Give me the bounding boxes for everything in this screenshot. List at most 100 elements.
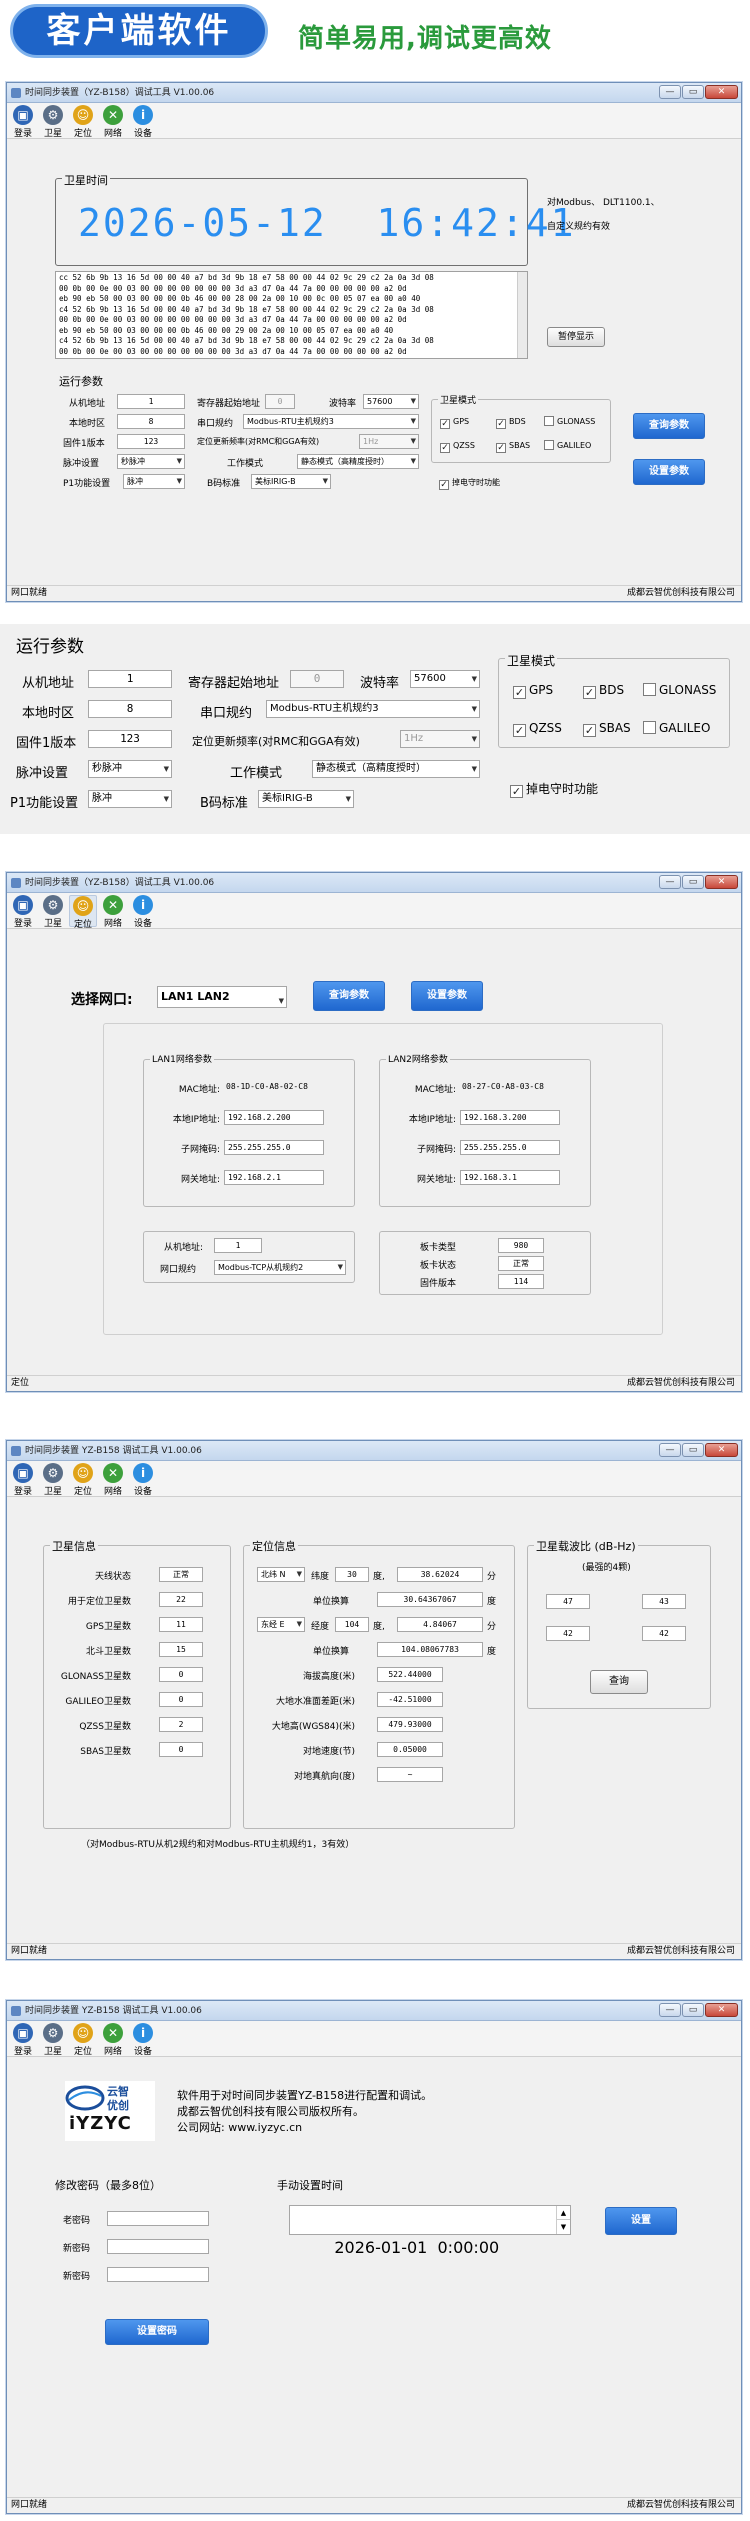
toolbar-locate[interactable]: ☺ 定位 [69, 895, 97, 930]
toolbar-satellite[interactable]: ⚙ 卫星 [39, 1463, 67, 1497]
qzss-checkbox[interactable]: ✓ QZSS [440, 440, 475, 453]
port-select[interactable]: LAN1 LAN2 ▼ [157, 986, 287, 1008]
toolbar-network[interactable]: ✕ 网络 [99, 895, 127, 929]
power-keep-checkbox[interactable]: ✓ 掉电守时功能 [439, 477, 500, 490]
toolbar-login[interactable]: ▣ 登录 [9, 2023, 37, 2057]
reg-start-input[interactable]: 0 [265, 394, 295, 409]
p1-select[interactable]: 脉冲 ▼ [88, 790, 172, 808]
reg-start-input[interactable]: 0 [290, 670, 344, 688]
protocol-select[interactable]: Modbus-RTU主机规约3 ▼ [266, 700, 480, 718]
galileo-checkbox[interactable]: GALILEO [643, 721, 710, 735]
checkbox-label: GALILEO [557, 441, 592, 450]
galileo-checkbox[interactable]: GALILEO [544, 440, 591, 451]
set-params-button[interactable]: 设置参数 [411, 981, 483, 1011]
firmware-input[interactable]: 123 [117, 434, 185, 449]
lan1-ip-input[interactable]: 192.168.2.200 [224, 1110, 324, 1125]
toolbar-device[interactable]: i 设备 [129, 1463, 157, 1497]
glonass-checkbox[interactable]: GLONASS [643, 683, 716, 697]
bds-checkbox[interactable]: ✓ BDS [583, 683, 624, 699]
toolbar-network[interactable]: ✕ 网络 [99, 2023, 127, 2057]
net-protocol-select[interactable]: Modbus-TCP从机规约2 ▼ [214, 1260, 346, 1275]
lan2-ip-input[interactable]: 192.168.3.200 [460, 1110, 560, 1125]
pause-display-button[interactable]: 暂停显示 [547, 327, 605, 347]
timezone-input[interactable]: 8 [117, 414, 185, 429]
slave-addr-input[interactable]: 1 [117, 394, 185, 409]
set-time-button[interactable]: 设置 [605, 2207, 677, 2235]
deg-unit: 度 [487, 1647, 497, 1657]
slave-addr-input[interactable]: 1 [88, 670, 172, 688]
old-password-input[interactable] [107, 2211, 209, 2226]
toolbar-login[interactable]: ▣ 登录 [9, 105, 37, 139]
maximize-button[interactable]: ▭ [682, 2003, 704, 2017]
mode-select[interactable]: 静态模式（高精度授时） ▼ [297, 454, 419, 469]
sbas-checkbox[interactable]: ✓ SBAS [496, 440, 530, 453]
chevron-down-icon[interactable]: ▼ [556, 2220, 570, 2234]
toolbar-device[interactable]: i 设备 [129, 105, 157, 139]
gps-checkbox[interactable]: ✓ GPS [440, 416, 469, 429]
power-keep-checkbox[interactable]: ✓ 掉电守时功能 [510, 782, 598, 798]
confirm-password-input[interactable] [107, 2267, 209, 2282]
sbas-checkbox[interactable]: ✓ SBAS [583, 721, 631, 737]
lan1-mask-input[interactable]: 255.255.255.0 [224, 1140, 324, 1155]
query-params-button[interactable]: 查询参数 [313, 981, 385, 1011]
maximize-button[interactable]: ▭ [682, 875, 704, 889]
baud-select[interactable]: 57600 ▼ [410, 670, 480, 688]
run-params-title: 运行参数 [59, 375, 103, 388]
sat-row-label: 天线状态 [94, 1572, 131, 1582]
toolbar-login[interactable]: ▣ 登录 [9, 1463, 37, 1497]
baud-select[interactable]: 57600 ▼ [363, 394, 419, 409]
toolbar-satellite[interactable]: ⚙ 卫星 [39, 2023, 67, 2057]
minimize-button[interactable]: — [659, 875, 681, 889]
toolbar-login[interactable]: ▣ 登录 [9, 895, 37, 929]
query-button[interactable]: 查询 [590, 1670, 648, 1694]
new-password-input[interactable] [107, 2239, 209, 2254]
toolbar-satellite[interactable]: ⚙ 卫星 [39, 895, 67, 929]
firmware-input[interactable]: 123 [88, 730, 172, 748]
lat-dir-select[interactable]: 北纬 N ▼ [257, 1567, 305, 1582]
bds-checkbox[interactable]: ✓ BDS [496, 416, 526, 429]
toolbar-network[interactable]: ✕ 网络 [99, 105, 127, 139]
lan2-mask-input[interactable]: 255.255.255.0 [460, 1140, 560, 1155]
hex-log-scrollbar[interactable] [517, 272, 527, 358]
freq-select[interactable]: 1Hz ▼ [400, 730, 480, 748]
close-button[interactable]: ✕ [705, 2003, 738, 2017]
toolbar-device[interactable]: i 设备 [129, 895, 157, 929]
protocol-select[interactable]: Modbus-RTU主机规约3 ▼ [243, 414, 419, 429]
p1-select[interactable]: 脉冲 ▼ [123, 474, 185, 489]
query-params-button[interactable]: 查询参数 [633, 413, 705, 439]
freq-select[interactable]: 1Hz ▼ [359, 434, 419, 449]
bcode-select[interactable]: 美标IRIG-B ▼ [251, 474, 331, 489]
set-params-button[interactable]: 设置参数 [633, 459, 705, 485]
pulse-select[interactable]: 秒脉冲 ▼ [88, 760, 172, 778]
bcode-select[interactable]: 美标IRIG-B ▼ [258, 790, 354, 808]
pulse-select[interactable]: 秒脉冲 ▼ [117, 454, 185, 469]
toolbar-network[interactable]: ✕ 网络 [99, 1463, 127, 1497]
toolbar-locate[interactable]: ☺ 定位 [69, 1463, 97, 1497]
timezone-input[interactable]: 8 [88, 700, 172, 718]
maximize-button[interactable]: ▭ [682, 85, 704, 99]
toolbar-locate[interactable]: ☺ 定位 [69, 2023, 97, 2057]
lan1-gateway-input[interactable]: 192.168.2.1 [224, 1170, 324, 1185]
close-button[interactable]: ✕ [705, 85, 738, 99]
minimize-button[interactable]: — [659, 2003, 681, 2017]
slave-addr-input[interactable]: 1 [214, 1238, 262, 1253]
toolbar-device[interactable]: i 设备 [129, 2023, 157, 2057]
set-password-button[interactable]: 设置密码 [105, 2319, 209, 2345]
minimize-button[interactable]: — [659, 1443, 681, 1457]
datetime-picker[interactable]: 2026-01-01 0:00:00 ▲ ▼ [289, 2205, 571, 2257]
glonass-checkbox[interactable]: GLONASS [544, 416, 595, 427]
maximize-button[interactable]: ▭ [682, 1443, 704, 1457]
hex-log[interactable]: cc 52 6b 9b 13 16 5d 00 00 40 a7 bd 3d 9… [55, 271, 528, 359]
gps-checkbox[interactable]: ✓ GPS [513, 683, 553, 699]
chevron-up-icon[interactable]: ▲ [556, 2206, 570, 2220]
toolbar-locate[interactable]: ☺ 定位 [69, 105, 97, 139]
minimize-button[interactable]: — [659, 85, 681, 99]
close-button[interactable]: ✕ [705, 1443, 738, 1457]
lon-dir-select[interactable]: 东经 E ▼ [257, 1617, 305, 1632]
lan2-gateway-input[interactable]: 192.168.3.1 [460, 1170, 560, 1185]
hero-subtitle: 简单易用,调试更高效 [298, 24, 552, 54]
toolbar-satellite[interactable]: ⚙ 卫星 [39, 105, 67, 139]
close-button[interactable]: ✕ [705, 875, 738, 889]
mode-select[interactable]: 静态模式（高精度授时） ▼ [312, 760, 480, 778]
qzss-checkbox[interactable]: ✓ QZSS [513, 721, 562, 737]
